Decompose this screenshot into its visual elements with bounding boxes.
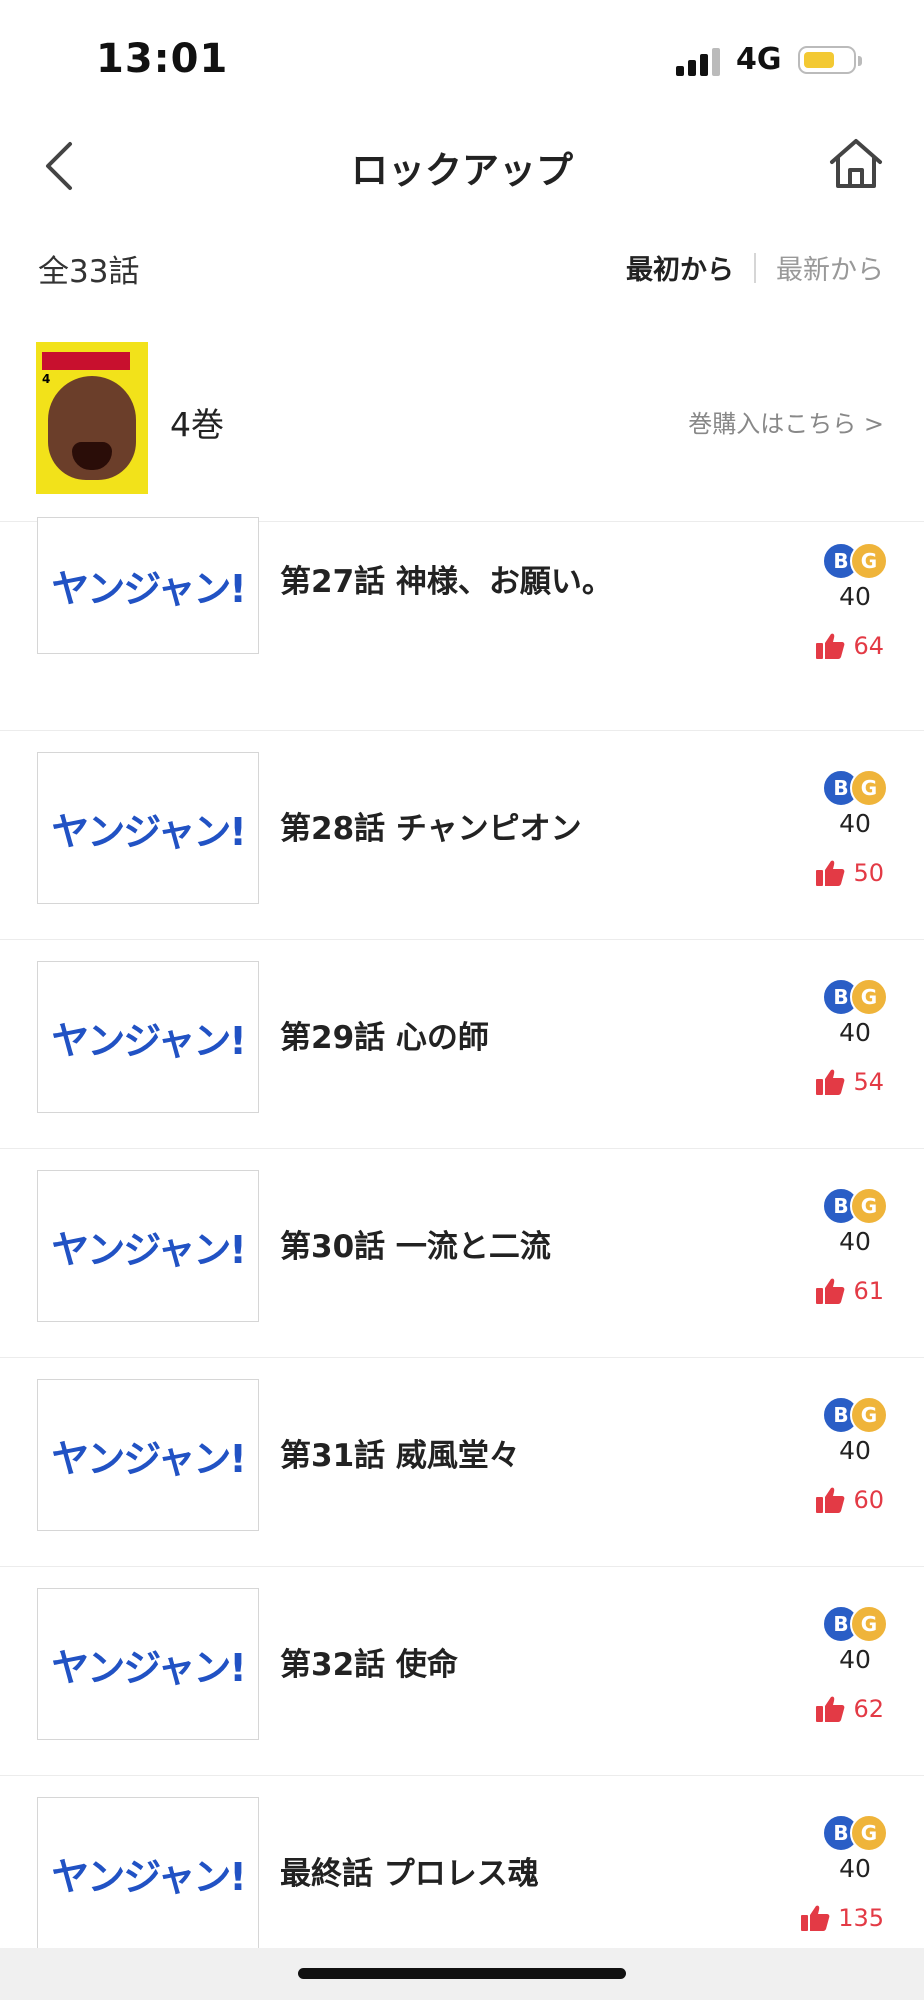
gold-coin-icon: G bbox=[850, 1814, 888, 1852]
like-count: 135 bbox=[800, 1904, 884, 1932]
home-indicator bbox=[0, 1948, 924, 2000]
like-count-value: 50 bbox=[853, 859, 884, 887]
episode-row[interactable]: ヤンジャン! 第31話 威風堂々 B G 40 60 bbox=[0, 1358, 924, 1567]
episode-price: 40 bbox=[839, 582, 871, 611]
like-count-value: 62 bbox=[853, 1695, 884, 1723]
episode-list-header: 全33話 最初から 最新から bbox=[0, 230, 924, 300]
thumbs-up-icon bbox=[816, 860, 845, 886]
thumbnail-logo: ヤンジャン! bbox=[51, 809, 246, 854]
thumbs-up-icon bbox=[801, 1905, 830, 1931]
like-count-value: 61 bbox=[853, 1277, 884, 1305]
like-count: 54 bbox=[815, 1068, 884, 1096]
episode-row[interactable]: ヤンジャン! 第29話 心の師 B G 40 54 bbox=[0, 940, 924, 1149]
episode-title: 第32話 使命 bbox=[280, 1647, 458, 1683]
episode-price: 40 bbox=[839, 1018, 871, 1047]
episode-price: 40 bbox=[839, 809, 871, 838]
thumbs-up-icon bbox=[816, 1278, 845, 1304]
nav-bar: ロックアップ bbox=[0, 110, 924, 220]
like-count: 61 bbox=[815, 1277, 884, 1305]
thumbnail-logo: ヤンジャン! bbox=[51, 1854, 246, 1899]
episode-title: 第31話 威風堂々 bbox=[280, 1438, 520, 1474]
like-count: 50 bbox=[815, 859, 884, 887]
episode-price: 40 bbox=[839, 1436, 871, 1465]
cover-volume-number: 4 bbox=[42, 372, 51, 386]
episode-thumbnail: ヤンジャン! bbox=[37, 1797, 259, 1949]
gold-coin-icon: G bbox=[850, 1605, 888, 1643]
thumbs-up-icon bbox=[816, 1696, 845, 1722]
like-count: 60 bbox=[815, 1486, 884, 1514]
network-type: 4G bbox=[736, 42, 782, 77]
cover-title-band bbox=[42, 352, 130, 370]
thumbnail-logo: ヤンジャン! bbox=[51, 1227, 246, 1272]
episode-row[interactable]: ヤンジャン! 第30話 一流と二流 B G 40 61 bbox=[0, 1149, 924, 1358]
coin-icons: BG bbox=[822, 978, 888, 1016]
sort-divider bbox=[754, 252, 756, 283]
volume-header[interactable]: 4 4巻 巻購入はこちら > bbox=[0, 330, 924, 520]
sort-toggle: 最初から 最新から bbox=[626, 248, 884, 287]
episode-price: 40 bbox=[839, 1645, 871, 1674]
like-count: 64 bbox=[815, 632, 884, 660]
thumbnail-logo: ヤンジャン! bbox=[51, 1018, 246, 1063]
status-time: 13:01 bbox=[96, 36, 229, 82]
coin-icons: BG bbox=[822, 1187, 888, 1225]
volume-purchase-link[interactable]: 巻購入はこちら > bbox=[688, 404, 884, 439]
gold-coin-icon: G bbox=[850, 1187, 888, 1225]
sort-first-button[interactable]: 最初から bbox=[626, 248, 734, 287]
page-title: ロックアップ bbox=[351, 149, 573, 192]
coin-icons: BG bbox=[822, 1396, 888, 1434]
signal-icon bbox=[676, 46, 722, 76]
coin-icons: BG bbox=[822, 542, 888, 580]
like-count-value: 60 bbox=[853, 1486, 884, 1514]
episode-thumbnail: ヤンジャン! bbox=[37, 1379, 259, 1531]
episode-title: 第27話 神様、お願い。 bbox=[280, 564, 613, 600]
episode-thumbnail: ヤンジャン! bbox=[37, 752, 259, 904]
episode-title: 第28話 チャンピオン bbox=[280, 811, 582, 847]
home-indicator-bar[interactable] bbox=[298, 1968, 626, 1979]
episode-thumbnail: ヤンジャン! bbox=[37, 517, 259, 654]
episode-price: 40 bbox=[839, 1227, 871, 1256]
battery-icon bbox=[798, 46, 862, 74]
coin-icons: BG bbox=[822, 1605, 888, 1643]
home-button[interactable] bbox=[826, 134, 886, 194]
thumbs-up-icon bbox=[816, 633, 845, 659]
thumbnail-logo: ヤンジャン! bbox=[51, 1436, 246, 1481]
thumbnail-logo: ヤンジャン! bbox=[51, 567, 246, 611]
like-count-value: 54 bbox=[853, 1068, 884, 1096]
thumbs-up-icon bbox=[816, 1069, 845, 1095]
episode-row[interactable]: ヤンジャン! 第32話 使命 B G 40 62 bbox=[0, 1567, 924, 1776]
volume-cover: 4 bbox=[36, 342, 148, 494]
gold-coin-icon: G bbox=[850, 978, 888, 1016]
episode-price: 40 bbox=[839, 1854, 871, 1883]
thumbnail-logo: ヤンジャン! bbox=[51, 1645, 246, 1690]
gold-coin-icon: G bbox=[850, 1396, 888, 1434]
home-icon bbox=[830, 139, 882, 188]
volume-label: 4巻 bbox=[170, 405, 224, 444]
gold-coin-icon: G bbox=[850, 542, 888, 580]
status-bar: 13:01 4G bbox=[0, 0, 924, 110]
like-count: 62 bbox=[815, 1695, 884, 1723]
sort-latest-button[interactable]: 最新から bbox=[776, 248, 884, 287]
episode-thumbnail: ヤンジャン! bbox=[37, 1170, 259, 1322]
like-count-value: 135 bbox=[838, 1904, 884, 1932]
episode-thumbnail: ヤンジャン! bbox=[37, 961, 259, 1113]
coin-icons: BG bbox=[822, 769, 888, 807]
episode-row[interactable]: ヤンジャン! 第28話 チャンピオン B G 40 50 bbox=[0, 731, 924, 940]
episode-count: 全33話 bbox=[38, 254, 140, 290]
episode-row[interactable]: ヤンジャン! 第27話 神様、お願い。 B G 40 64 bbox=[0, 517, 924, 731]
coin-icons: BG bbox=[822, 1814, 888, 1852]
episode-thumbnail: ヤンジャン! bbox=[37, 1588, 259, 1740]
episode-title: 第29話 心の師 bbox=[280, 1020, 489, 1056]
gold-coin-icon: G bbox=[850, 769, 888, 807]
episode-title: 第30話 一流と二流 bbox=[280, 1229, 551, 1265]
thumbs-up-icon bbox=[816, 1487, 845, 1513]
episode-title: 最終話 プロレス魂 bbox=[280, 1856, 539, 1892]
like-count-value: 64 bbox=[853, 632, 884, 660]
